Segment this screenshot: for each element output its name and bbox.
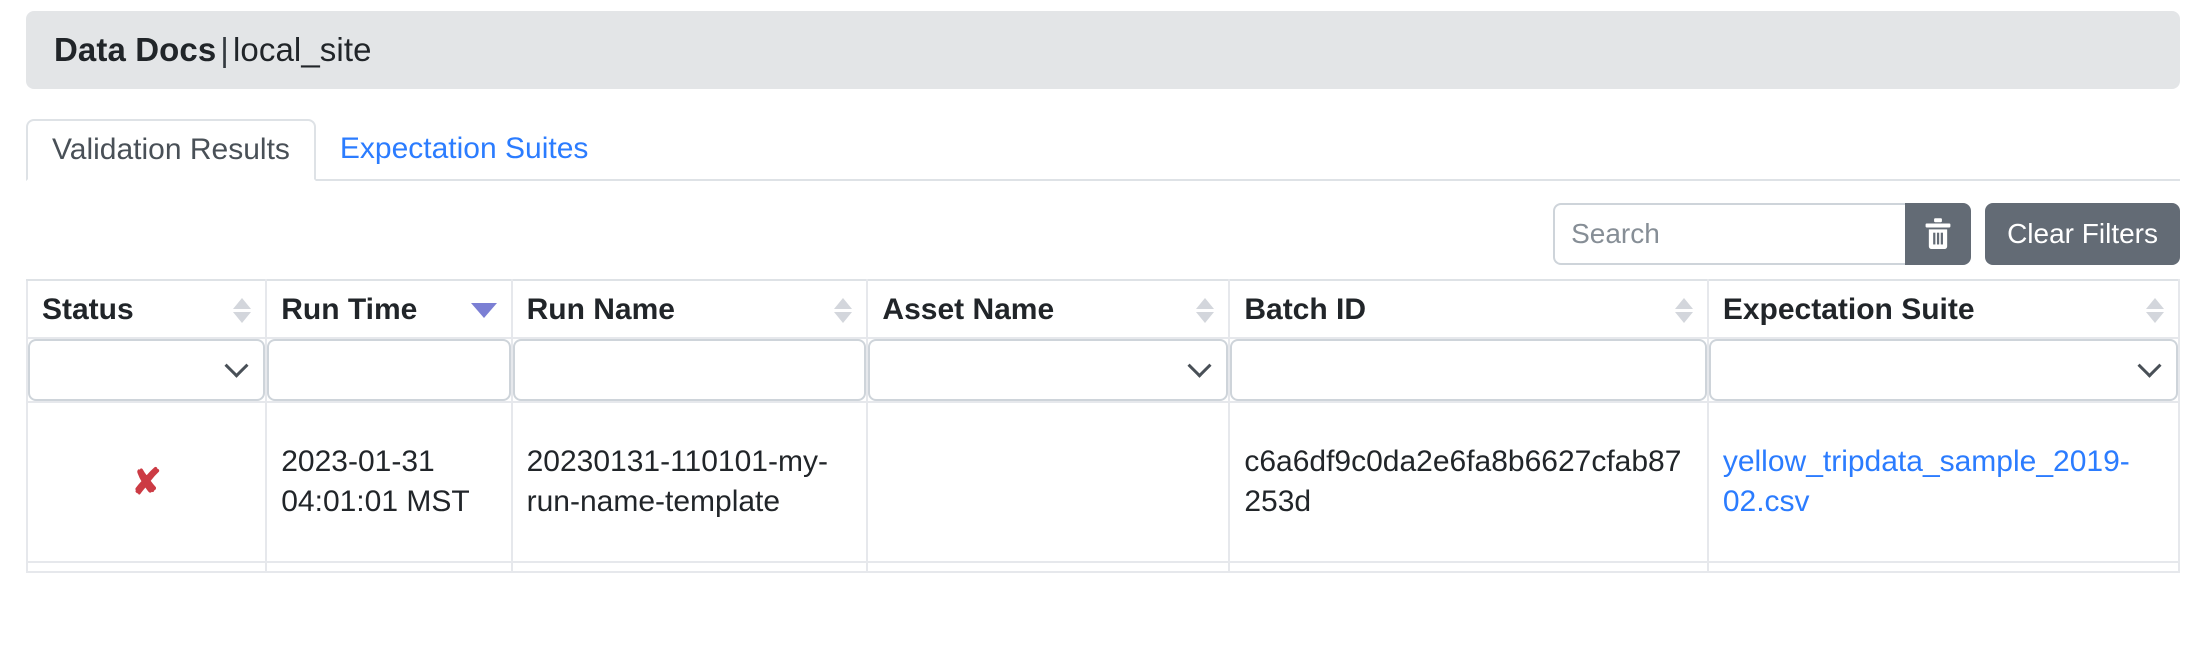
- filter-cell-status: [27, 338, 266, 402]
- column-header-asset-name-label: Asset Name: [882, 293, 1054, 327]
- tab-expectation-suites[interactable]: Expectation Suites: [316, 119, 612, 179]
- cell-status: ✘: [27, 402, 266, 562]
- sort-icon-status[interactable]: [233, 298, 251, 323]
- page-title: Data Docs|local_site: [54, 31, 372, 69]
- asset-name-value: [868, 464, 1228, 500]
- column-header-run-name[interactable]: Run Name: [512, 280, 868, 338]
- column-header-expectation-suite-label: Expectation Suite: [1723, 293, 1975, 327]
- sort-icon-run-name[interactable]: [834, 298, 852, 323]
- site-name: local_site: [233, 31, 372, 68]
- title-separator: |: [216, 31, 233, 68]
- trash-icon: [1922, 217, 1954, 251]
- clear-search-button[interactable]: [1905, 203, 1971, 265]
- column-header-asset-name[interactable]: Asset Name: [867, 280, 1229, 338]
- filter-select-expectation-suite[interactable]: [1709, 339, 2178, 401]
- batch-id-value: c6a6df9c0da2e6fa8b6627cfab87253d: [1230, 424, 1706, 540]
- column-header-expectation-suite[interactable]: Expectation Suite: [1708, 280, 2179, 338]
- filter-cell-run-name: [512, 338, 868, 402]
- column-header-run-time[interactable]: Run Time: [266, 280, 511, 338]
- column-header-status-label: Status: [42, 293, 134, 327]
- sort-icon-expectation-suite[interactable]: [2146, 298, 2164, 323]
- cell-status: [27, 562, 266, 572]
- column-header-status[interactable]: Status: [27, 280, 266, 338]
- table-toolbar: Clear Filters: [26, 203, 2180, 265]
- table-header-row: Status Run Time: [27, 280, 2179, 338]
- filter-select-status[interactable]: [28, 339, 265, 401]
- tab-validation-results[interactable]: Validation Results: [26, 119, 316, 181]
- run-time-value: 2023-01-31 04:01:01 MST: [267, 424, 510, 540]
- filter-input-run-name[interactable]: [513, 339, 867, 401]
- cell-expectation-suite: [1708, 562, 2179, 572]
- app-header: Data Docs|local_site: [26, 11, 2180, 89]
- cell-expectation-suite: yellow_tripdata_sample_2019-02.csv: [1708, 402, 2179, 562]
- filter-input-run-time[interactable]: [267, 339, 510, 401]
- search-group: [1553, 203, 1971, 265]
- cell-run-name: 20230131-110101-my-run-name-template: [512, 402, 868, 562]
- cell-asset-name: [867, 562, 1229, 572]
- status-badge-failed: ✘: [28, 446, 265, 518]
- tab-validation-results-label: Validation Results: [52, 133, 290, 167]
- cell-asset-name: [867, 402, 1229, 562]
- data-docs-page: Data Docs|local_site Validation Results …: [0, 11, 2206, 652]
- table-filter-row: [27, 338, 2179, 402]
- column-header-batch-id[interactable]: Batch ID: [1229, 280, 1707, 338]
- cell-batch-id: [1229, 562, 1707, 572]
- column-header-run-name-label: Run Name: [527, 293, 675, 327]
- filter-input-batch-id[interactable]: [1230, 339, 1706, 401]
- filter-cell-run-time: [266, 338, 511, 402]
- sort-icon-batch-id[interactable]: [1675, 298, 1693, 323]
- table-row[interactable]: [27, 562, 2179, 572]
- validation-results-table: Status Run Time: [26, 279, 2180, 573]
- filter-cell-asset-name: [867, 338, 1229, 402]
- cell-run-name: [512, 562, 868, 572]
- clear-filters-button[interactable]: Clear Filters: [1985, 203, 2180, 265]
- expectation-suite-link[interactable]: yellow_tripdata_sample_2019-02.csv: [1709, 424, 2178, 540]
- tab-bar: Validation Results Expectation Suites: [26, 119, 2180, 181]
- cell-run-time: 2023-01-31 04:01:01 MST: [266, 402, 511, 562]
- filter-cell-batch-id: [1229, 338, 1707, 402]
- run-name-value: 20230131-110101-my-run-name-template: [513, 424, 867, 540]
- app-brand: Data Docs: [54, 31, 216, 68]
- column-header-run-time-label: Run Time: [281, 293, 417, 327]
- filter-cell-expectation-suite: [1708, 338, 2179, 402]
- table-row[interactable]: ✘ 2023-01-31 04:01:01 MST 20230131-11010…: [27, 402, 2179, 562]
- sort-icon-asset-name[interactable]: [1196, 298, 1214, 323]
- cell-run-time: [266, 562, 511, 572]
- filter-select-asset-name[interactable]: [868, 339, 1228, 401]
- sort-icon-run-time-desc[interactable]: [471, 303, 497, 318]
- column-header-batch-id-label: Batch ID: [1244, 293, 1366, 327]
- search-input[interactable]: [1553, 203, 1905, 265]
- cell-batch-id: c6a6df9c0da2e6fa8b6627cfab87253d: [1229, 402, 1707, 562]
- tab-expectation-suites-label: Expectation Suites: [340, 132, 588, 166]
